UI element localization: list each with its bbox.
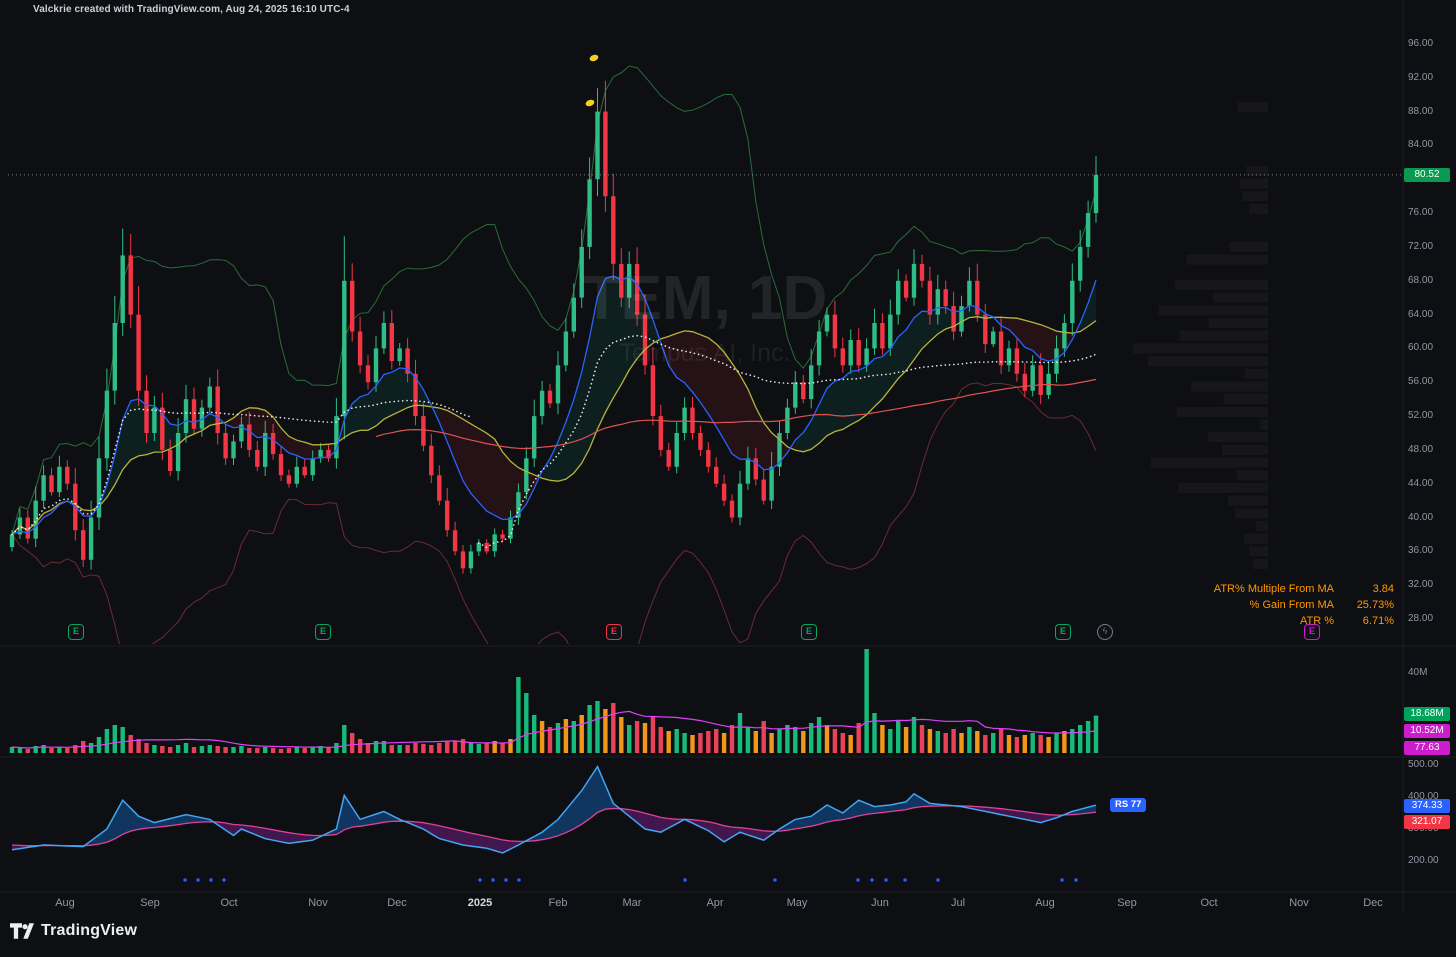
time-axis-label: 2025 [467, 897, 493, 909]
stat-row-gain-from-ma: % Gain From MA 25.73% [1214, 597, 1394, 613]
price-axis-label: 56.00 [1408, 376, 1434, 387]
price-axis-label: 88.00 [1408, 106, 1434, 117]
time-axis-label: Dec [387, 897, 407, 909]
earnings-badge[interactable]: E [606, 624, 622, 640]
volume-value-badge: 18.68M [1404, 707, 1450, 721]
price-axis-label: 72.00 [1408, 241, 1434, 252]
next-earnings-icon[interactable]: ϟ [1097, 624, 1113, 640]
volume-ma-badge: 10.52M [1404, 724, 1450, 738]
time-axis-label: Apr [706, 897, 724, 909]
price-axis-label: 76.00 [1408, 207, 1434, 218]
chart-credit-text: Valckrie created with TradingView.com, A… [33, 4, 350, 15]
time-axis-label: Feb [548, 897, 568, 909]
time-axis-label: Nov [1289, 897, 1309, 909]
stat-value: 3.84 [1372, 583, 1394, 595]
volume-axis-label: 40M [1408, 667, 1428, 678]
atr-stats-panel: ATR% Multiple From MA 3.84 % Gain From M… [1214, 581, 1394, 629]
rs-value-badge: 374.33 [1404, 799, 1450, 813]
chart-canvas[interactable] [0, 0, 1456, 957]
stat-value: 6.71% [1362, 615, 1394, 627]
price-axis-label: 96.00 [1408, 38, 1434, 49]
volume-indicator-badge: 77.63 [1404, 741, 1450, 755]
time-axis-label: Sep [1117, 897, 1137, 909]
time-axis-label: Oct [1200, 897, 1218, 909]
price-axis-label: 52.00 [1408, 410, 1434, 421]
stat-label: % Gain From MA [1249, 599, 1334, 611]
price-axis-label: 60.00 [1408, 342, 1434, 353]
time-axis-label: Mar [622, 897, 642, 909]
earnings-badge[interactable]: E [68, 624, 84, 640]
price-axis-label: 44.00 [1408, 478, 1434, 489]
rs-signal-badge: 321.07 [1404, 815, 1450, 829]
time-axis-label: Dec [1363, 897, 1383, 909]
stat-label: ATR% Multiple From MA [1213, 583, 1334, 595]
time-axis-label: Nov [308, 897, 328, 909]
price-axis-label: 40.00 [1408, 512, 1434, 523]
rs-label-badge: RS 77 [1110, 798, 1147, 812]
time-axis-label: Jun [871, 897, 889, 909]
time-axis-label: Aug [55, 897, 75, 909]
last-price-badge: 80.52 [1404, 168, 1450, 182]
tradingview-logo-text: TradingView [41, 922, 138, 939]
time-axis-label: Jul [950, 897, 966, 909]
time-axis-label: May [786, 897, 808, 909]
earnings-badge[interactable]: E [1304, 624, 1320, 640]
price-axis-label: 36.00 [1408, 545, 1434, 556]
stat-value: 25.73% [1356, 599, 1394, 611]
price-axis-label: 68.00 [1408, 275, 1434, 286]
price-axis-label: 84.00 [1408, 139, 1434, 150]
price-axis-label: 64.00 [1408, 309, 1434, 320]
stat-row-atr-multiple: ATR% Multiple From MA 3.84 [1214, 581, 1394, 597]
price-axis-label: 92.00 [1408, 72, 1434, 83]
rs-axis-label: 500.00 [1408, 759, 1439, 770]
earnings-badge[interactable]: E [1055, 624, 1071, 640]
tradingview-chart-window: Valckrie created with TradingView.com, A… [0, 0, 1456, 957]
time-axis-label: Aug [1035, 897, 1055, 909]
tradingview-logo[interactable]: TradingView [10, 922, 137, 940]
price-axis-label: 32.00 [1408, 579, 1434, 590]
time-axis-label: Sep [140, 897, 160, 909]
time-axis-label: Oct [220, 897, 238, 909]
earnings-badge[interactable]: E [801, 624, 817, 640]
price-axis-label: 28.00 [1408, 613, 1434, 624]
tradingview-logo-icon [10, 923, 34, 939]
earnings-badge[interactable]: E [315, 624, 331, 640]
price-axis-label: 48.00 [1408, 444, 1434, 455]
rs-axis-label: 200.00 [1408, 855, 1439, 866]
